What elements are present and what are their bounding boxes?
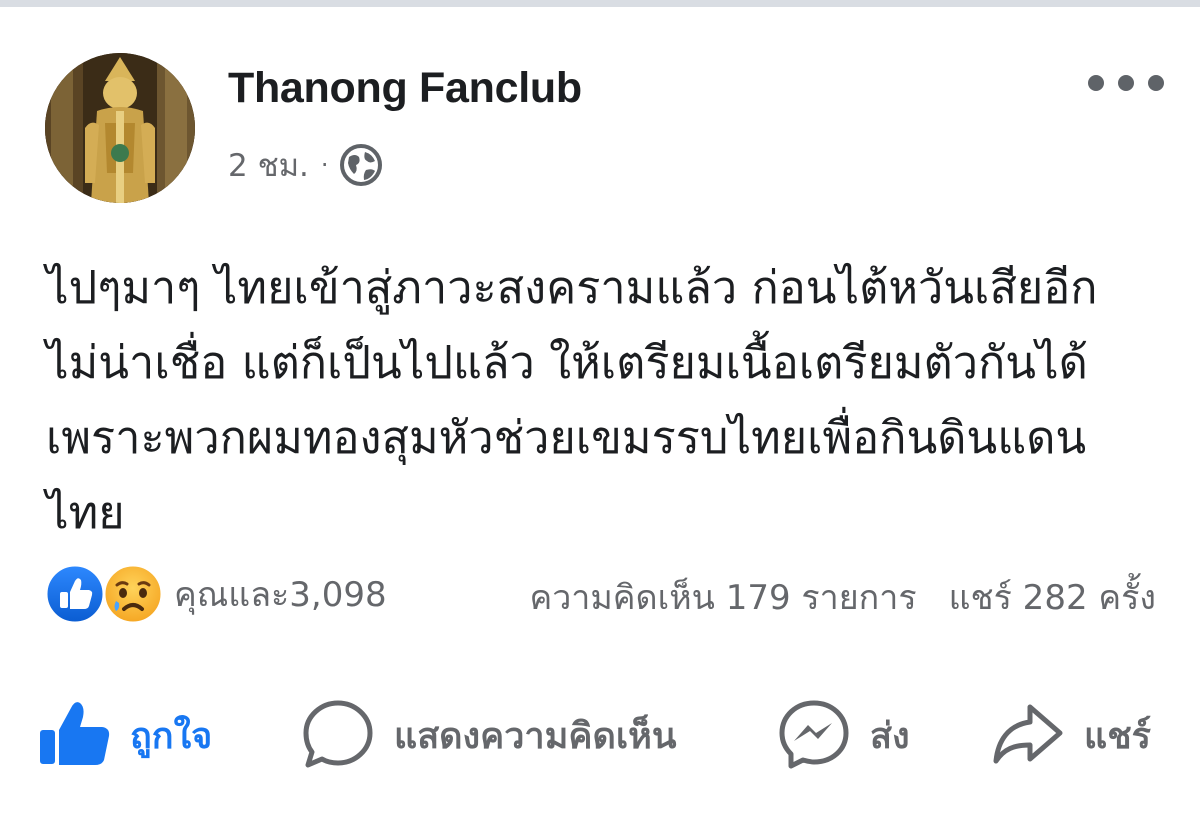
post-meta: 2 ชม. · bbox=[228, 143, 383, 187]
reaction-count: คุณและ3,098 bbox=[174, 575, 387, 615]
sad-reaction-icon bbox=[102, 563, 164, 625]
like-reaction-icon bbox=[44, 563, 106, 625]
post-text: ไปๆมาๆ ไทยเข้าสู่ภาวะสงครามแล้ว ก่อนไต้ห… bbox=[46, 250, 1166, 550]
messenger-icon bbox=[776, 697, 852, 773]
share-count[interactable]: แชร์ 282 ครั้ง bbox=[949, 570, 1156, 624]
count-spacer bbox=[917, 570, 949, 624]
avatar[interactable] bbox=[45, 53, 195, 203]
send-button[interactable]: ส่ง bbox=[776, 690, 910, 780]
share-button[interactable]: แชร์ bbox=[990, 690, 1151, 780]
post-text-line: ไทย bbox=[46, 486, 125, 539]
post-text-line: ไม่น่าเชื่อ แต่ก็เป็นไปแล้ว ให้เตรียมเนื… bbox=[46, 336, 1088, 389]
author-name[interactable]: Thanong Fanclub bbox=[228, 64, 582, 113]
thumbs-up-icon bbox=[38, 698, 112, 772]
share-arrow-icon bbox=[990, 697, 1066, 773]
comment-button[interactable]: แสดงความคิดเห็น bbox=[300, 690, 676, 780]
comment-count[interactable]: ความคิดเห็น 179 รายการ bbox=[529, 570, 916, 624]
globe-icon[interactable] bbox=[339, 143, 383, 187]
post-timestamp[interactable]: 2 ชม. bbox=[228, 140, 309, 190]
more-options-icon[interactable] bbox=[1088, 70, 1164, 96]
send-label: ส่ง bbox=[870, 715, 910, 757]
like-button[interactable]: ถูกใจ bbox=[38, 690, 212, 780]
post-text-line: เพราะพวกผมทองสุมหัวช่วยเขมรรบไทยเพื่อกิน… bbox=[46, 411, 1087, 464]
post-text-line: ไปๆมาๆ ไทยเข้าสู่ภาวะสงครามแล้ว ก่อนไต้ห… bbox=[46, 261, 1098, 314]
top-divider bbox=[0, 0, 1200, 7]
reactions-summary[interactable]: คุณและ3,098 bbox=[44, 562, 387, 626]
meta-separator: · bbox=[320, 151, 329, 179]
like-label: ถูกใจ bbox=[130, 715, 213, 757]
share-label: แชร์ bbox=[1084, 715, 1151, 757]
comment-label: แสดงความคิดเห็น bbox=[394, 715, 677, 757]
engagement-counts: ความคิดเห็น 179 รายการ แชร์ 282 ครั้ง bbox=[529, 570, 1156, 624]
comment-bubble-icon bbox=[300, 697, 376, 773]
